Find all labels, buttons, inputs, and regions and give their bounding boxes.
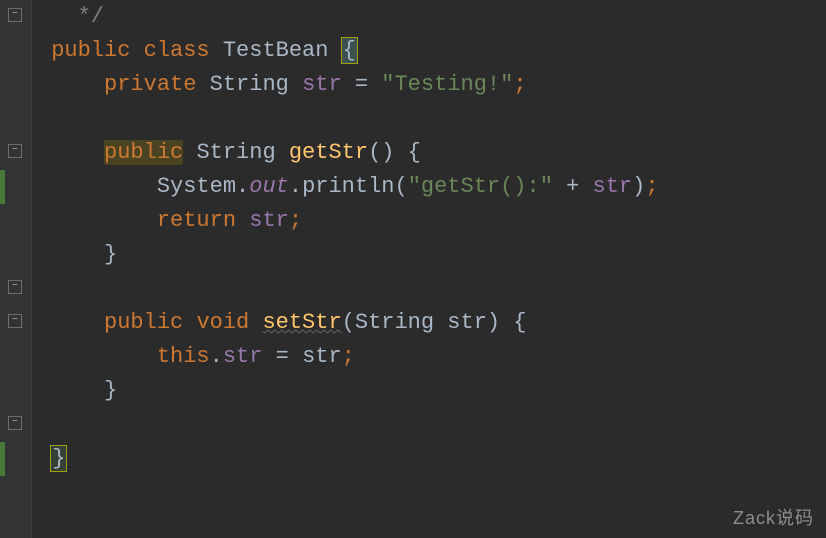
- code-line[interactable]: }: [38, 442, 826, 476]
- field-ref: str: [593, 174, 633, 199]
- fold-toggle-icon[interactable]: [8, 8, 22, 22]
- keyword-private: private: [104, 72, 196, 97]
- code-line[interactable]: System.out.println("getStr():" + str);: [38, 170, 826, 204]
- string-literal: "Testing!": [381, 72, 513, 97]
- code-line[interactable]: */: [38, 0, 826, 34]
- comment-end: */: [38, 4, 104, 29]
- code-line-blank[interactable]: [38, 272, 826, 306]
- method-name: getStr: [289, 140, 368, 165]
- fold-toggle-icon[interactable]: [8, 416, 22, 430]
- brace-close: }: [104, 242, 117, 267]
- field-name: str: [302, 72, 342, 97]
- brace-open: {: [341, 37, 358, 64]
- keyword-public: public: [51, 38, 130, 63]
- keyword-class: class: [144, 38, 210, 63]
- code-line[interactable]: public void setStr(String str) {: [38, 306, 826, 340]
- keyword-public: public: [104, 310, 183, 335]
- code-line[interactable]: private String str = "Testing!";: [38, 68, 826, 102]
- brace-close: }: [104, 378, 117, 403]
- fold-toggle-icon[interactable]: [8, 314, 22, 328]
- brace-close-class: }: [50, 445, 67, 472]
- field-ref: str: [223, 344, 263, 369]
- param-name: str: [434, 310, 487, 335]
- code-line[interactable]: public String getStr() {: [38, 136, 826, 170]
- code-line-blank[interactable]: [38, 408, 826, 442]
- keyword-public-highlight: public: [104, 140, 183, 165]
- vcs-change-marker: [0, 442, 5, 476]
- watermark-text: Zack说码: [733, 504, 814, 530]
- field-ref: str: [249, 208, 289, 233]
- println-call: println: [302, 174, 394, 199]
- keyword-return: return: [157, 208, 236, 233]
- code-line[interactable]: public class TestBean {: [38, 34, 826, 68]
- string-literal: "getStr():": [408, 174, 553, 199]
- code-line-blank[interactable]: [38, 102, 826, 136]
- editor-gutter: [0, 0, 32, 538]
- code-line[interactable]: this.str = str;: [38, 340, 826, 374]
- code-line[interactable]: }: [38, 238, 826, 272]
- class-name: TestBean: [223, 38, 329, 63]
- vcs-change-marker: [0, 170, 5, 204]
- fold-toggle-icon[interactable]: [8, 144, 22, 158]
- param-type: String: [355, 310, 434, 335]
- param-ref: str: [302, 344, 342, 369]
- system-out: out: [249, 174, 289, 199]
- fold-toggle-icon[interactable]: [8, 280, 22, 294]
- code-area[interactable]: */ public class TestBean { private Strin…: [32, 0, 826, 538]
- type-string: String: [210, 72, 289, 97]
- type-string: String: [196, 140, 275, 165]
- code-editor[interactable]: */ public class TestBean { private Strin…: [0, 0, 826, 538]
- code-line[interactable]: }: [38, 374, 826, 408]
- code-line[interactable]: return str;: [38, 204, 826, 238]
- system-class: System: [157, 174, 236, 199]
- keyword-this: this: [157, 344, 210, 369]
- keyword-void: void: [196, 310, 249, 335]
- method-setstr: setStr: [262, 310, 341, 335]
